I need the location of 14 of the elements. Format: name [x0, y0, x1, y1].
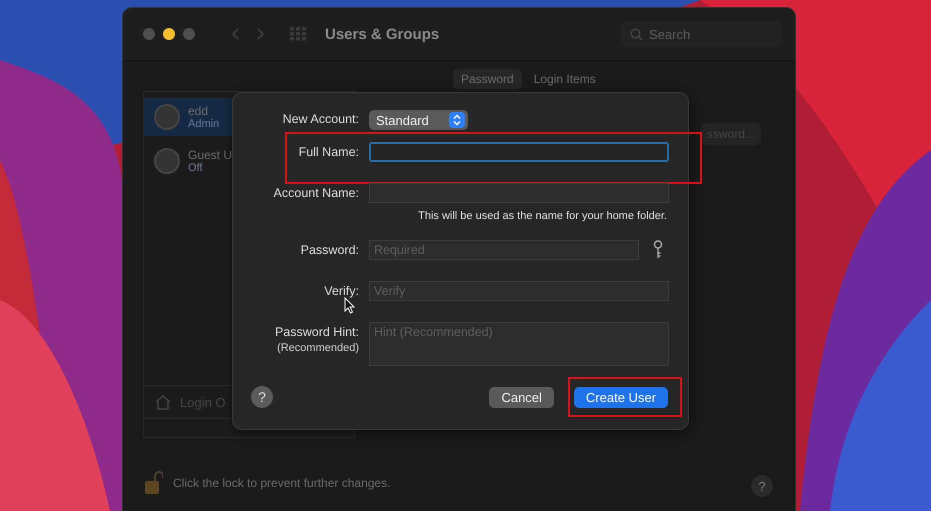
field-label: Account Name: [274, 186, 359, 200]
field-label: Password: [300, 243, 359, 257]
field-label: Verify: [324, 284, 359, 298]
field-note: This will be used as the name for your home folder. [417, 210, 668, 222]
user-name: Guest U [188, 148, 232, 162]
field-sublabel: (Recommended) [277, 342, 359, 354]
user-name: edd [188, 104, 210, 118]
field-label: Full Name: [298, 145, 359, 159]
window-title: Users & Groups [325, 26, 440, 42]
lock-message: Click the lock to prevent further changes. [173, 476, 390, 490]
user-role: Admin [188, 118, 220, 130]
field-label: Password Hint: [274, 325, 359, 339]
user-role: Off [188, 162, 204, 174]
field-label: New Account: [282, 112, 359, 126]
